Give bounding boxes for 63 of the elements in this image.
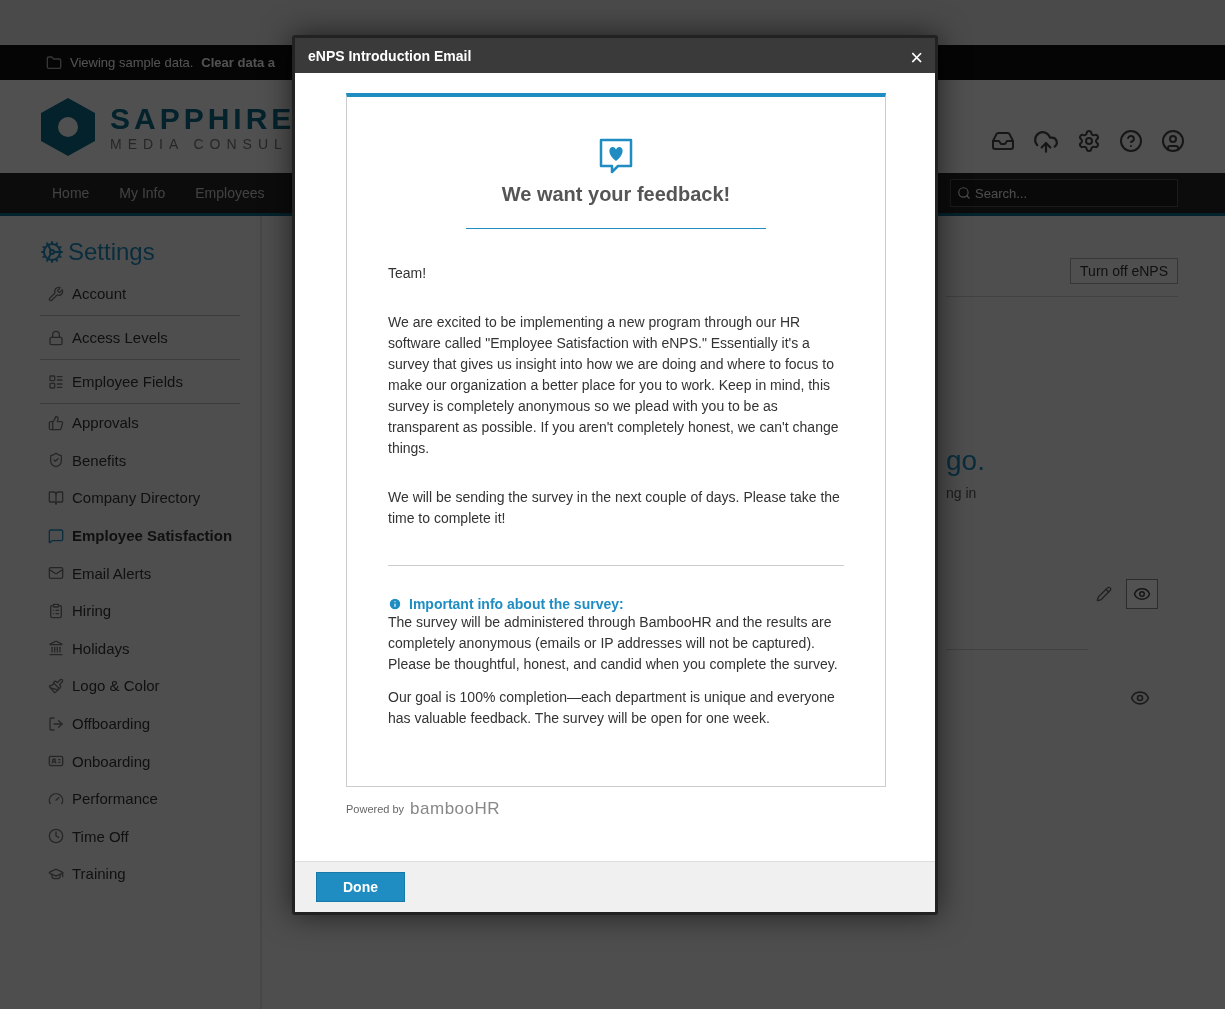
building-icon	[48, 640, 64, 657]
greeting-text: Team!	[388, 264, 428, 283]
sidebar-item[interactable]: Offboarding	[40, 704, 240, 743]
folder-icon	[46, 54, 62, 71]
lock-icon	[48, 329, 64, 346]
sidebar-item[interactable]: Employee Fields	[40, 360, 240, 404]
gauge-icon	[48, 790, 64, 807]
clipboard-icon	[48, 602, 64, 619]
eye-button[interactable]	[1126, 579, 1158, 609]
sidebar-item[interactable]: Logo & Color	[40, 667, 240, 705]
brush-icon	[48, 677, 64, 694]
info-icon	[388, 597, 402, 611]
heading-text: go.	[946, 445, 985, 477]
sidebar-item[interactable]: Access Levels	[40, 316, 240, 360]
eye-icon[interactable]	[1130, 688, 1150, 708]
sidebar-item[interactable]: Account	[40, 272, 240, 316]
settings-icon[interactable]	[1077, 128, 1101, 153]
exit-icon	[48, 715, 64, 732]
paragraph: We are excited to be implementing a new program through our HR software called "Employee Satisfaction with eNPS." Essentially it's a survey that gives us insight into how we are doing and where to focus to make our organization a better place for you to work. Keep in mind, this survey is completely anonymous so we plead with you to be as transparent as possible. If you aren't completely honest, we can't change things.	[388, 313, 840, 458]
logo-name: SAPPHIRE	[110, 101, 296, 136]
sidebar-item[interactable]: Employee Satisfaction	[40, 516, 240, 555]
info-title: Important info about the survey:	[409, 596, 624, 612]
wrench-icon	[48, 285, 64, 302]
shield-icon	[48, 452, 64, 469]
sidebar-item[interactable]: Time Off	[40, 817, 240, 856]
powered-by-text: Powered by	[346, 803, 405, 815]
search-icon	[957, 186, 971, 200]
paragraph: We will be sending the survey in the next couple of days. Please take the time to complete it!	[388, 488, 841, 528]
sidebar-item[interactable]: Onboarding	[40, 742, 240, 780]
settings-icon	[40, 240, 64, 264]
book-icon	[48, 490, 64, 506]
sidebar-item[interactable]: Approvals	[40, 404, 240, 442]
clock-icon	[48, 828, 64, 845]
sidebar-title: Settings	[68, 238, 155, 266]
dialog-title: eNPS Introduction Email	[308, 47, 472, 64]
sidebar-item[interactable]: Holidays	[40, 629, 240, 668]
sidebar-item[interactable]: Company Directory	[40, 479, 240, 517]
sidebar-item[interactable]: Performance	[40, 779, 240, 818]
paragraph: The survey will be administered through BambooHR and the results are completely anonymous (emails or IP addresses will not be captured). Please be thoughtful, honest, and candid when you complete the survey.	[388, 613, 839, 674]
chat-icon	[48, 527, 64, 544]
turn-off-button[interactable]: Turn off eNPS	[1070, 258, 1178, 284]
email-heading: We want your feedback!	[501, 183, 731, 206]
heart-chat-icon	[598, 137, 634, 175]
done-button[interactable]: Done	[316, 872, 405, 902]
sidebar-item[interactable]: Training	[40, 855, 240, 893]
close-button[interactable]: ×	[906, 46, 927, 69]
banner-text: Viewing sample data.	[70, 55, 194, 70]
sidebar-item[interactable]: Hiring	[40, 591, 240, 630]
pencil-icon[interactable]	[1096, 586, 1112, 602]
help-icon[interactable]	[1119, 128, 1143, 153]
sidebar-item[interactable]: Email Alerts	[40, 554, 240, 592]
mail-icon	[48, 565, 64, 582]
sidebar-item[interactable]: Benefits	[40, 441, 240, 480]
search-field[interactable]: Search...	[950, 179, 1178, 207]
paragraph: Our goal is 100% completion—each department is unique and everyone has valuable feedback. The survey will be open for one week.	[388, 688, 836, 728]
hexagon-logo-icon	[38, 95, 98, 158]
list-icon	[48, 373, 64, 390]
brand-logo: bambooHR	[410, 799, 501, 819]
thumbs-up-icon	[48, 414, 64, 431]
eye-icon	[1133, 585, 1151, 603]
banner-link[interactable]: Clear data a	[201, 55, 276, 70]
avatar-icon[interactable]	[1161, 128, 1185, 153]
cloud-upload-icon[interactable]	[1033, 128, 1059, 155]
